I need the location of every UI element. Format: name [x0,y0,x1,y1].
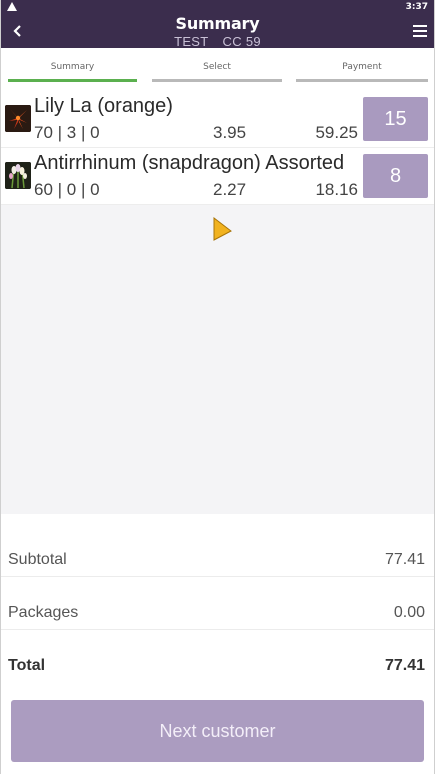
tab-summary[interactable]: Summary [8,62,137,82]
tab-select[interactable]: Select [152,62,282,82]
snapdragon-thumbnail [5,162,31,189]
next-customer-button[interactable]: Next customer [11,700,424,762]
quantity-button[interactable]: 8 [363,154,428,198]
status-time: 3:37 [405,2,428,12]
subtotal-label: Subtotal [8,551,67,568]
packages-row: Packages 0.00 [1,577,434,630]
quantity-button[interactable]: 15 [363,97,428,141]
tab-payment-indicator [296,79,428,82]
item-name: Lily La (orange) [34,95,173,117]
menu-button[interactable] [413,25,427,37]
app-screen: 3:37 Summary TEST CC 59 Summary Select Pa… [0,0,435,774]
item-list: Lily La (orange) 70 | 3 | 0 3.95 59.25 1… [1,91,434,205]
tab-payment[interactable]: Payment [296,62,428,82]
mouse-pointer-icon [213,217,232,241]
tab-payment-label: Payment [342,62,382,72]
item-total: 18.16 [315,180,358,199]
total-value: 77.41 [384,657,425,674]
total-label: Total [8,657,46,674]
page-title: Summary [175,14,260,33]
item-price: 2.27 [213,180,247,199]
total-row: Total 77.41 [1,630,434,683]
totals-panel: Subtotal 77.41 Packages 0.00 Total 77.41… [1,514,434,774]
packages-value: 0.00 [393,604,425,621]
tab-select-indicator [152,79,282,82]
item-price: 3.95 [213,123,247,142]
tab-summary-indicator [8,79,137,82]
item-counts: 60 | 0 | 0 [34,180,100,199]
list-item[interactable]: Antirrhinum (snapdragon) Assorted 60 | 0… [1,148,434,205]
list-item[interactable]: Lily La (orange) 70 | 3 | 0 3.95 59.25 1… [1,91,434,148]
lily-thumbnail [5,105,31,132]
hamburger-menu-icon [413,25,427,37]
tab-summary-label: Summary [50,62,95,72]
customer-code: CC 59 [222,34,261,49]
subtotal-row: Subtotal 77.41 [1,524,434,577]
item-total: 59.25 [315,123,358,142]
title-bar: 3:37 Summary TEST CC 59 [1,0,434,49]
customer-name: TEST [174,34,209,49]
page-subtitle: TEST CC 59 [1,34,434,49]
step-tabs: Summary Select Payment [1,48,434,91]
item-counts: 70 | 3 | 0 [34,123,100,142]
warning-icon [7,2,17,11]
subtotal-value: 77.41 [384,551,425,568]
packages-label: Packages [8,604,79,621]
tab-select-label: Select [203,62,231,72]
item-name: Antirrhinum (snapdragon) Assorted [34,152,345,174]
